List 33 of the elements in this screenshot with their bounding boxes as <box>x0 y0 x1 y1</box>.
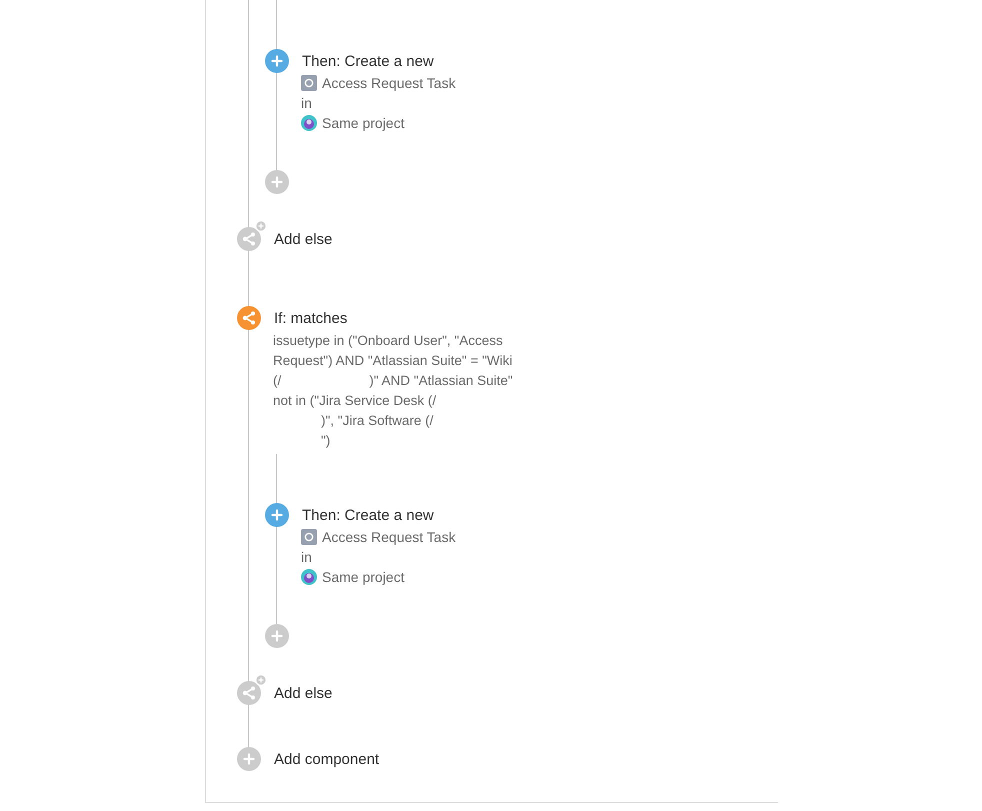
action-icon[interactable] <box>265 503 289 527</box>
condition-text: )", "Jira Software (/ <box>321 412 434 428</box>
condition-text: issuetype in ("Onboard User", "Access <box>273 332 503 348</box>
action-title: Then: Create a new <box>302 52 434 70</box>
issue-type-label: Access Request Task <box>322 529 456 545</box>
branch-icon[interactable] <box>237 227 261 251</box>
add-else-link[interactable]: Add else <box>274 230 332 248</box>
condition-text: (/ <box>273 372 282 388</box>
issue-type-icon <box>301 529 317 545</box>
issue-type-label: Access Request Task <box>322 75 456 91</box>
condition-text: not in ("Jira Service Desk (/ <box>273 392 436 408</box>
condition-icon[interactable] <box>237 306 261 330</box>
project-avatar-icon <box>301 569 317 585</box>
add-else-link[interactable]: Add else <box>274 684 332 702</box>
add-action-icon[interactable] <box>265 170 289 194</box>
project-avatar-icon <box>301 115 317 131</box>
issue-type-icon <box>301 75 317 91</box>
condition-text: Request") AND "Atlassian Suite" = "Wiki <box>273 352 512 368</box>
action-title: Then: Create a new <box>302 506 434 524</box>
condition-text: ") <box>321 432 330 448</box>
condition-title: If: matches <box>274 310 348 326</box>
plus-badge-icon <box>255 674 267 686</box>
project-label: Same project <box>322 115 404 131</box>
connector-text: in <box>301 95 312 111</box>
project-label: Same project <box>322 569 404 585</box>
add-action-icon[interactable] <box>265 624 289 648</box>
branch-icon[interactable] <box>237 681 261 705</box>
add-component-link[interactable]: Add component <box>274 750 380 768</box>
add-icon[interactable] <box>237 747 261 771</box>
action-icon[interactable] <box>265 49 289 73</box>
condition-text: )" AND "Atlassian Suite" <box>369 372 513 388</box>
plus-badge-icon <box>255 220 267 232</box>
connector-text: in <box>301 549 312 565</box>
